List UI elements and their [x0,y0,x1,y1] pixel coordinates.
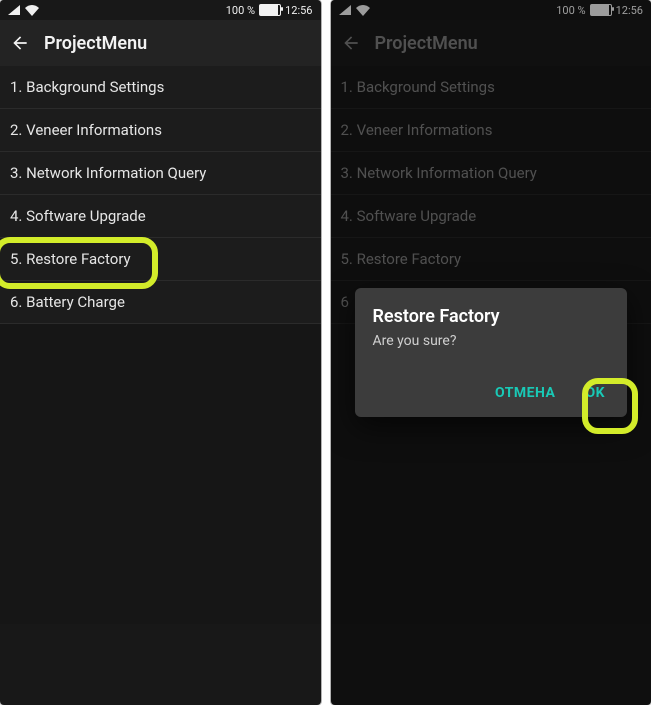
menu-item-restore-factory[interactable]: 5. Restore Factory [0,238,321,281]
signal-icon [8,5,20,15]
battery-percentage: 100 % [226,4,255,17]
app-bar: ProjectMenu [0,20,321,66]
menu-item-battery-charge[interactable]: 6. Battery Charge [0,281,321,324]
page-title: ProjectMenu [44,33,147,54]
ok-button[interactable]: OK [581,379,609,407]
phone-left: 100 % 12:56 ProjectMenu 1. Background Se… [0,0,321,705]
status-left-icons [8,5,39,16]
dialog-message: Are you sure? [373,333,610,349]
back-icon[interactable] [10,33,30,53]
status-right: 100 % 12:56 [226,4,313,17]
cancel-button[interactable]: ОТМЕНА [491,379,559,407]
restore-factory-dialog: Restore Factory Are you sure? ОТМЕНА OK [355,288,628,417]
dialog-title: Restore Factory [373,306,610,327]
menu-item-software-upgrade[interactable]: 4. Software Upgrade [0,195,321,238]
menu-item-network-information-query[interactable]: 3. Network Information Query [0,152,321,195]
clock: 12:56 [285,4,312,17]
menu-item-background-settings[interactable]: 1. Background Settings [0,66,321,109]
menu-list: 1. Background Settings 2. Veneer Informa… [0,66,321,324]
wifi-icon [25,5,39,16]
empty-list-area [0,324,321,624]
status-bar: 100 % 12:56 [0,0,321,20]
battery-icon [259,4,281,16]
dual-screenshot-row: 100 % 12:56 ProjectMenu 1. Background Se… [0,0,651,705]
menu-item-veneer-informations[interactable]: 2. Veneer Informations [0,109,321,152]
phone-right: 100 % 12:56 ProjectMenu 1. Background Se… [331,0,651,705]
dialog-actions: ОТМЕНА OK [373,379,610,407]
